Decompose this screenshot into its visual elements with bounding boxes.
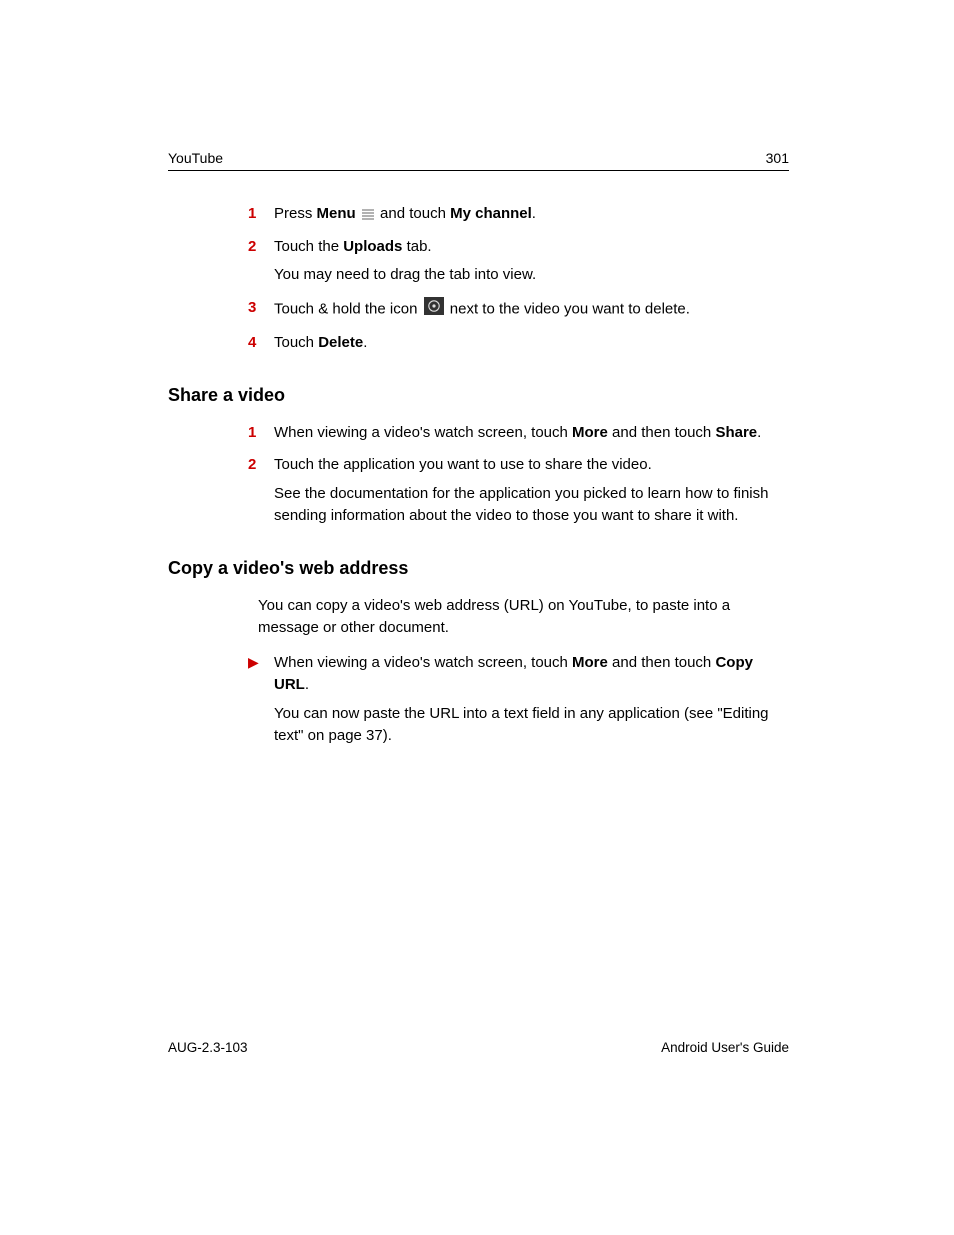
step-body: Touch & hold the icon next to the video … — [274, 297, 789, 323]
step-text: . — [305, 676, 309, 693]
step-text: and then touch — [608, 654, 716, 671]
copy-url-steps: ▶When viewing a video's watch screen, to… — [248, 652, 789, 748]
step-item: 3Touch & hold the icon next to the video… — [248, 297, 789, 323]
step-body: Touch the application you want to use to… — [274, 454, 789, 528]
step-number: 4 — [248, 332, 274, 355]
step-text: Touch — [274, 334, 318, 351]
step-text: tab. — [402, 238, 431, 255]
footer-doc-id: AUG-2.3-103 — [168, 1040, 248, 1055]
bold-term: Menu — [317, 205, 356, 222]
step-number: 3 — [248, 297, 274, 320]
footer-doc-title: Android User's Guide — [661, 1040, 789, 1055]
step-body: When viewing a video's watch screen, tou… — [274, 652, 789, 748]
step-text: . — [363, 334, 367, 351]
step-item: 1When viewing a video's watch screen, to… — [248, 422, 789, 445]
step-text: When viewing a video's watch screen, tou… — [274, 654, 572, 671]
step-body: Touch the Uploads tab. You may need to dr… — [274, 236, 789, 287]
step-item: 1Press Menu and touch My channel. — [248, 203, 789, 226]
step-text: When viewing a video's watch screen, tou… — [274, 424, 572, 441]
step-number: 1 — [248, 422, 274, 445]
step-number: 2 — [248, 236, 274, 259]
step-item: ▶When viewing a video's watch screen, to… — [248, 652, 789, 748]
step-text: Touch & hold the icon — [274, 300, 422, 317]
step-text: and touch — [376, 205, 450, 222]
bold-term: More — [572, 424, 608, 441]
bold-term: My channel — [450, 205, 532, 222]
step-text: next to the video you want to delete. — [446, 300, 690, 317]
section-heading-share: Share a video — [168, 385, 789, 406]
step-text: Touch the — [274, 238, 343, 255]
step-text: . — [532, 205, 536, 222]
step-body: Touch Delete. — [274, 332, 789, 355]
step-text — [356, 205, 360, 222]
bold-term: Share — [715, 424, 757, 441]
page-header: YouTube 301 — [168, 150, 789, 171]
step-item: 4Touch Delete. — [248, 332, 789, 355]
section-heading-copy-url: Copy a video's web address — [168, 558, 789, 579]
step-text: . — [757, 424, 761, 441]
header-section-title: YouTube — [168, 150, 223, 166]
step-text: Press — [274, 205, 317, 222]
step-subtext: You may need to drag the tab into view. — [274, 264, 789, 287]
header-page-number: 301 — [766, 150, 789, 166]
copy-url-intro: You can copy a video's web address (URL)… — [258, 595, 789, 640]
menu-icon — [361, 209, 375, 220]
step-body: When viewing a video's watch screen, tou… — [274, 422, 789, 445]
step-text: and then touch — [608, 424, 716, 441]
bold-term: Delete — [318, 334, 363, 351]
step-subtext: You can now paste the URL into a text fi… — [274, 703, 789, 748]
share-video-steps: 1When viewing a video's watch screen, to… — [248, 422, 789, 528]
page-footer: AUG-2.3-103 Android User's Guide — [168, 1040, 789, 1055]
bullet-triangle-icon: ▶ — [248, 652, 274, 673]
step-number: 1 — [248, 203, 274, 226]
step-item: 2Touch the Uploads tab. You may need to d… — [248, 236, 789, 287]
delete-video-steps: 1Press Menu and touch My channel.2Touch … — [248, 203, 789, 355]
step-subtext: See the documentation for the applicatio… — [274, 483, 789, 528]
step-body: Press Menu and touch My channel. — [274, 203, 789, 226]
video-options-icon — [424, 297, 444, 323]
step-number: 2 — [248, 454, 274, 477]
bold-term: More — [572, 654, 608, 671]
step-item: 2Touch the application you want to use t… — [248, 454, 789, 528]
step-text: Touch the application you want to use to… — [274, 456, 652, 473]
bold-term: Uploads — [343, 238, 402, 255]
